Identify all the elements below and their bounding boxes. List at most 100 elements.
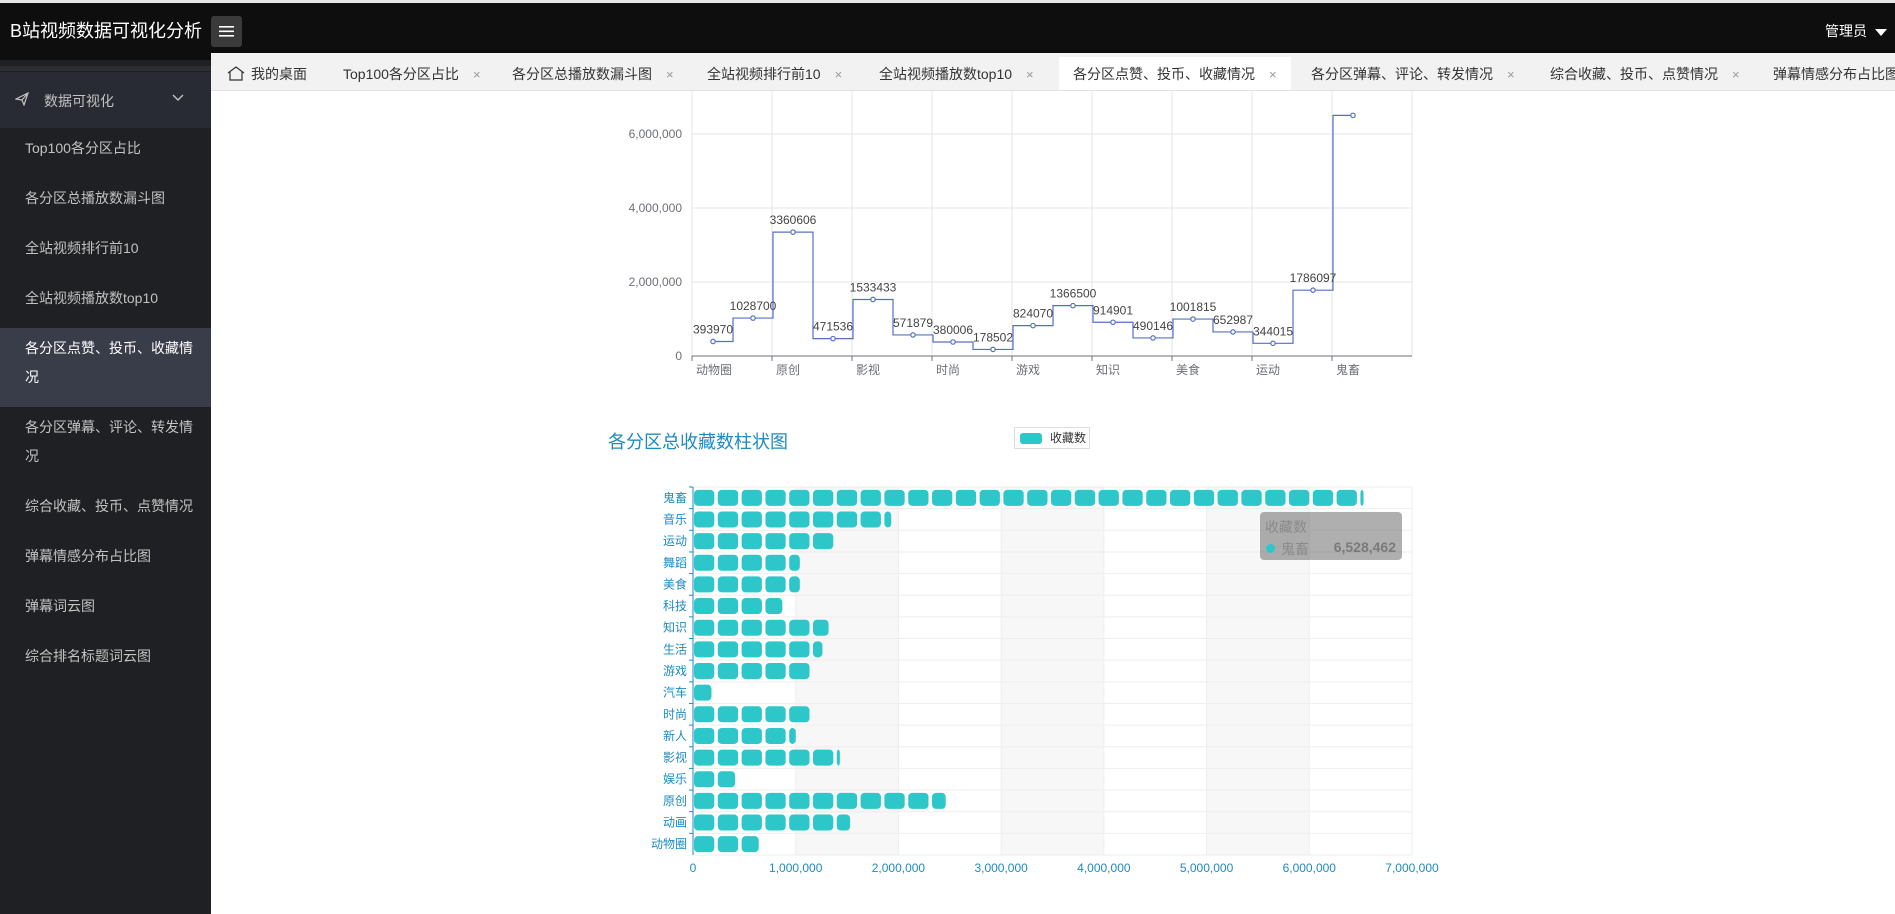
x-tick-label: 0: [690, 861, 697, 875]
x-tick-label: 鬼畜: [1336, 362, 1360, 377]
bar[interactable]: [694, 576, 800, 593]
sidebar-item-sentiment[interactable]: 弹幕情感分布占比图: [0, 536, 211, 586]
x-tick-label: 动物圈: [696, 363, 732, 377]
data-point[interactable]: [1310, 287, 1316, 293]
bar-symbol: [694, 814, 715, 831]
data-label: 571879: [893, 316, 933, 330]
legend-label: 收藏数: [1050, 431, 1087, 445]
sidebar-item-funnel[interactable]: 各分区总播放数漏斗图: [0, 178, 211, 228]
bar-symbol: [1336, 489, 1357, 506]
bar-symbol: [932, 792, 946, 809]
tab-label: Top100各分区占比: [343, 66, 459, 82]
bar-symbol: [741, 489, 762, 506]
data-point[interactable]: [1270, 340, 1276, 347]
chevron-down-icon: [172, 94, 184, 101]
sidebar-item-top10-plays[interactable]: 全站视频播放数top10: [0, 278, 211, 328]
bar-symbol: [765, 511, 786, 528]
close-icon[interactable]: ×: [473, 67, 481, 82]
bar-chart-legend[interactable]: 收藏数: [1014, 427, 1090, 449]
close-icon[interactable]: ×: [1269, 67, 1277, 82]
data-point[interactable]: [990, 346, 996, 353]
data-point[interactable]: [1190, 316, 1196, 322]
bar-symbol: [1051, 489, 1072, 506]
data-point[interactable]: [710, 338, 716, 345]
tab-my-desktop[interactable]: 我的桌面: [223, 57, 313, 90]
y-tick-label: 6,000,000: [629, 127, 683, 141]
bar[interactable]: [694, 663, 810, 679]
bar[interactable]: [694, 511, 892, 528]
tab-danmaku-comments[interactable]: 各分区弹幕、评论、转发情况 ×: [1305, 57, 1521, 90]
bar[interactable]: [694, 641, 823, 658]
bar-symbol: [717, 706, 739, 723]
y-tick-label: 美食: [663, 576, 687, 591]
x-tick-label: 知识: [1096, 363, 1120, 377]
tab-top100[interactable]: Top100各分区占比 ×: [337, 57, 487, 90]
bar-symbol: [813, 792, 834, 809]
bar[interactable]: [694, 554, 800, 571]
bar-symbol: [741, 706, 762, 723]
bar-symbol: [813, 619, 829, 636]
data-label: 824070: [1013, 307, 1053, 321]
bar-symbol: [789, 792, 810, 809]
tab-label: 全站视频排行前10: [707, 66, 821, 82]
sidebar-item-top10-rank[interactable]: 全站视频排行前10: [0, 228, 211, 278]
tab-likes-coins-favorites[interactable]: 各分区点赞、投币、收藏情况 ×: [1059, 57, 1291, 90]
user-menu[interactable]: 管理员: [1825, 21, 1887, 41]
data-point[interactable]: [1070, 302, 1076, 309]
data-label: 1533433: [850, 280, 897, 294]
bar-symbol: [741, 554, 762, 571]
sidebar-group-data-visualization[interactable]: 数据可视化: [0, 72, 211, 128]
bar-symbol: [908, 489, 929, 506]
bar-symbol: [836, 749, 840, 766]
sidebar-item-danmaku-wordcloud[interactable]: 弹幕词云图: [0, 586, 211, 636]
bar-symbol: [884, 792, 905, 809]
bar-symbol: [741, 641, 762, 658]
tab-top10-rank[interactable]: 全站视频排行前10 ×: [701, 57, 848, 90]
close-icon[interactable]: ×: [666, 67, 674, 82]
data-label: 380006: [933, 323, 973, 337]
bar-symbol: [789, 511, 810, 528]
bar-symbol: [813, 511, 834, 528]
sidebar-item-danmaku-comments-shares[interactable]: 各分区弹幕、评论、转发情况: [0, 407, 211, 486]
data-point[interactable]: [1350, 112, 1356, 119]
close-icon[interactable]: ×: [1507, 67, 1515, 82]
bar-symbol: [789, 619, 810, 636]
bar[interactable]: [694, 836, 759, 853]
close-icon[interactable]: ×: [1026, 67, 1034, 82]
data-point[interactable]: [750, 315, 756, 321]
bar-symbol: [789, 533, 810, 550]
data-point[interactable]: [910, 332, 916, 338]
sidebar-item-combined[interactable]: 综合收藏、投币、点赞情况: [0, 486, 211, 536]
x-tick-label: 7,000,000: [1385, 861, 1439, 875]
data-point[interactable]: [830, 335, 836, 342]
sidebar-item-title-wordcloud[interactable]: 综合排名标题词云图: [0, 636, 211, 686]
menu-toggle-button[interactable]: [211, 16, 242, 47]
sidebar-group-label: 数据可视化: [44, 93, 114, 109]
bar[interactable]: [694, 706, 810, 723]
tab-funnel[interactable]: 各分区总播放数漏斗图 ×: [506, 57, 680, 90]
tab-sentiment[interactable]: 弹幕情感分布占比图×: [1767, 57, 1895, 90]
tab-combined[interactable]: 综合收藏、投币、点赞情况 ×: [1544, 57, 1746, 90]
data-point[interactable]: [1150, 335, 1156, 341]
bar-symbol: [694, 554, 715, 571]
data-point[interactable]: [950, 339, 956, 345]
sidebar-item-top100[interactable]: Top100各分区占比: [0, 128, 211, 178]
y-tick-label: 动物圈: [651, 837, 687, 851]
sidebar-item-likes-coins-favorites[interactable]: 各分区点赞、投币、收藏情况: [0, 328, 211, 407]
tab-top10-plays[interactable]: 全站视频播放数top10 ×: [873, 57, 1040, 90]
data-point[interactable]: [870, 296, 876, 303]
bar-symbol: [932, 489, 953, 506]
close-icon[interactable]: ×: [835, 67, 843, 82]
data-point[interactable]: [1230, 329, 1236, 335]
bar[interactable]: [694, 727, 796, 744]
y-tick-label: 新人: [663, 728, 687, 743]
y-tick-label: 科技: [663, 599, 687, 613]
bar-symbol: [765, 706, 786, 723]
data-point[interactable]: [1110, 319, 1116, 326]
data-point[interactable]: [790, 229, 796, 235]
bar-symbol: [694, 576, 715, 593]
data-point[interactable]: [1030, 322, 1036, 329]
bar[interactable]: [694, 684, 712, 701]
close-icon[interactable]: ×: [1732, 67, 1740, 82]
x-tick-label: 时尚: [936, 363, 960, 377]
